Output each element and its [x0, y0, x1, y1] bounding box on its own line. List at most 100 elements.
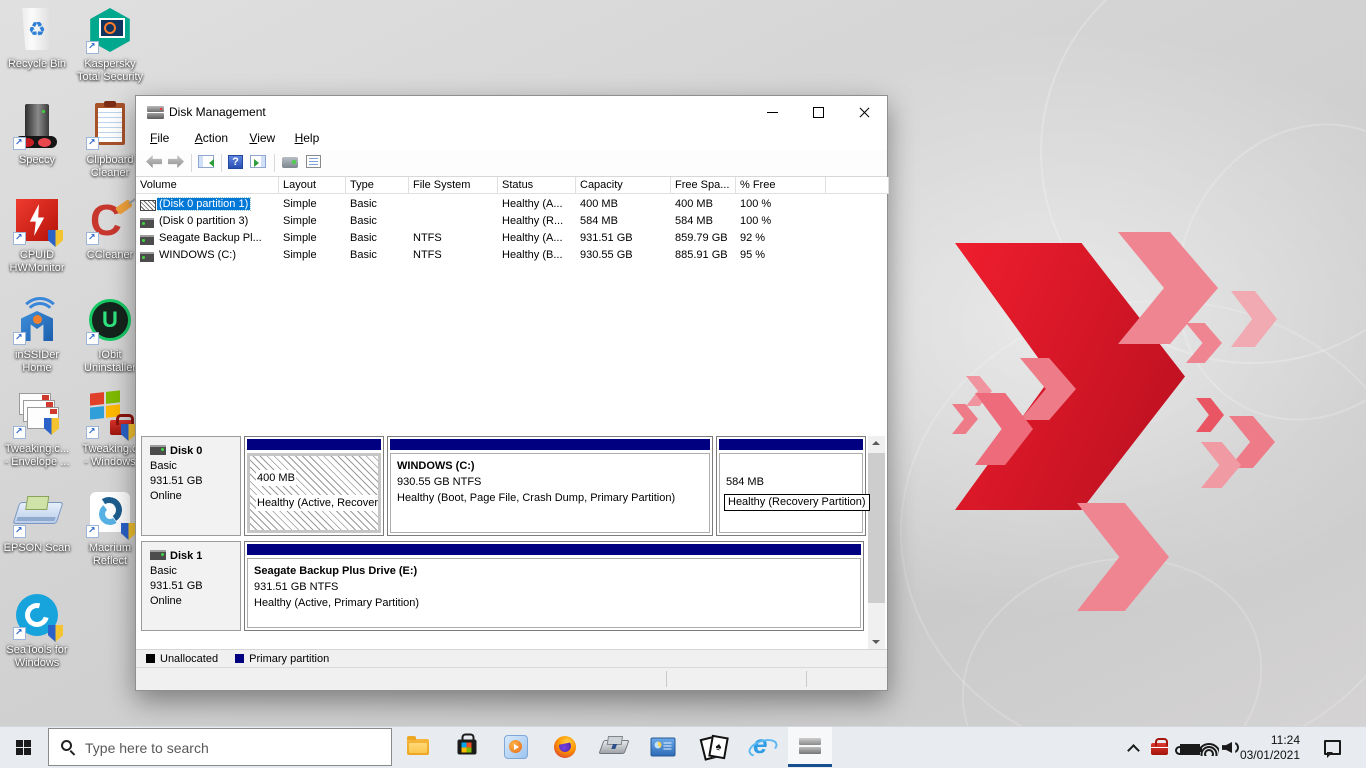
- tray-show-hidden-icons[interactable]: [1127, 741, 1141, 755]
- show-console-tree-icon[interactable]: [198, 155, 214, 168]
- volume-name: (Disk 0 partition 1): [157, 198, 250, 210]
- scroll-up-icon[interactable]: [868, 436, 885, 453]
- column-header-capacity[interactable]: Capacity: [576, 177, 671, 194]
- shortcut-arrow-icon: [86, 332, 99, 345]
- partition-status: Healthy (Boot, Page File, Crash Dump, Pr…: [397, 490, 709, 506]
- menu-file[interactable]: File: [148, 131, 171, 145]
- disk-1-label[interactable]: Disk 1 Basic 931.51 GB Online: [141, 541, 241, 631]
- column-header-type[interactable]: Type: [346, 177, 409, 194]
- taskbar-file-explorer[interactable]: [396, 727, 440, 767]
- legend-bar: Unallocated Primary partition: [136, 649, 887, 669]
- show-action-pane-icon[interactable]: [250, 155, 266, 168]
- desktop-icon-kaspersky[interactable]: Kaspersky Total Security: [75, 6, 145, 84]
- shortcut-arrow-icon: [86, 41, 99, 54]
- window-title: Disk Management: [169, 105, 266, 119]
- desktop-icon-speccy[interactable]: Speccy: [2, 102, 72, 167]
- desktop-icon-recycle-bin[interactable]: Recycle Bin: [2, 6, 72, 71]
- disk-kind: Basic: [150, 564, 240, 579]
- column-header-volume[interactable]: Volume: [136, 177, 279, 194]
- partition-color-bar: [247, 439, 381, 450]
- partition-color-bar: [719, 439, 863, 450]
- partition-disk0-p3[interactable]: 584 MB: [716, 436, 866, 536]
- title-bar[interactable]: Disk Management: [136, 96, 887, 128]
- icon-label: Recycle Bin: [2, 58, 72, 71]
- minimize-button[interactable]: [749, 96, 795, 128]
- partition-color-bar: [390, 439, 710, 450]
- tray-clock[interactable]: 11:24 03/01/2021: [1230, 733, 1300, 763]
- unallocated-swatch: [146, 654, 155, 663]
- partition-size: 584 MB: [726, 474, 862, 490]
- volume-row[interactable]: (Disk 0 partition 1) Simple Basic Health…: [136, 196, 887, 213]
- taskbar-epson-scan[interactable]: [592, 727, 636, 767]
- close-button[interactable]: [841, 96, 887, 128]
- wifi-icon[interactable]: [1199, 741, 1219, 756]
- column-header-filesystem[interactable]: File System: [409, 177, 498, 194]
- menu-bar: File Action View Help: [136, 128, 887, 150]
- volume-row[interactable]: Seagate Backup Pl... Simple Basic NTFS H…: [136, 230, 887, 247]
- tray-toolbox-icon[interactable]: [1151, 743, 1168, 755]
- partition-size: 930.55 GB NTFS: [397, 474, 709, 490]
- taskbar-microsoft-store[interactable]: [445, 727, 489, 767]
- column-header-status[interactable]: Status: [498, 177, 576, 194]
- volume-list: Volume Layout Type File System Status Ca…: [136, 177, 887, 431]
- volume-row[interactable]: (Disk 0 partition 3) Simple Basic Health…: [136, 213, 887, 230]
- rescan-disks-icon[interactable]: [282, 157, 298, 168]
- desktop-icon-epson-scan[interactable]: EPSON Scan: [2, 490, 72, 555]
- menu-action[interactable]: Action: [193, 131, 230, 145]
- desktop: Recycle Bin Kaspersky Total Security Spe…: [0, 0, 1366, 768]
- desktop-icon-cpuid-hwmonitor[interactable]: CPUID HWMonitor: [2, 197, 72, 275]
- disk-management-app-icon: [147, 105, 164, 119]
- icon-label: SeaTools for Windows: [2, 644, 72, 670]
- vertical-scrollbar[interactable]: [868, 436, 885, 649]
- back-icon[interactable]: [146, 155, 162, 168]
- search-input[interactable]: [83, 729, 377, 767]
- partition-status: Healthy (Active, Primary Partition): [254, 595, 860, 611]
- start-button[interactable]: [0, 727, 48, 767]
- menu-help[interactable]: Help: [293, 131, 322, 145]
- disk-0-label[interactable]: Disk 0 Basic 931.51 GB Online: [141, 436, 241, 536]
- icon-label: inSSIDer Home: [2, 349, 72, 375]
- taskbar-firefox[interactable]: [543, 727, 587, 767]
- taskbar-disk-management-active[interactable]: [788, 727, 832, 767]
- scrollbar-thumb[interactable]: [868, 453, 885, 603]
- taskbar-search[interactable]: [48, 728, 392, 766]
- tray-date: 03/01/2021: [1230, 748, 1300, 763]
- taskbar-system-properties[interactable]: [641, 727, 685, 767]
- help-icon[interactable]: [228, 155, 243, 169]
- status-bar: [136, 667, 887, 690]
- solitaire-icon: [700, 736, 724, 758]
- volume-icon: [140, 235, 154, 245]
- disk-state: Online: [150, 594, 240, 609]
- taskbar-media-player[interactable]: [494, 727, 538, 767]
- desktop-icon-inssider[interactable]: inSSIDer Home: [2, 297, 72, 375]
- scroll-down-icon[interactable]: [868, 632, 885, 649]
- partition-disk1-p1[interactable]: Seagate Backup Plus Drive (E:) 931.51 GB…: [244, 541, 864, 631]
- partition-disk0-p2[interactable]: WINDOWS (C:) 930.55 GB NTFS Healthy (Boo…: [387, 436, 713, 536]
- maximize-button[interactable]: [795, 96, 841, 128]
- uac-shield-icon: [48, 230, 63, 247]
- battery-icon[interactable]: [1180, 744, 1200, 755]
- partition-disk0-p1[interactable]: 400 MB Healthy (Active, Recovery: [244, 436, 384, 536]
- desktop-icon-seatools[interactable]: SeaTools for Windows: [2, 592, 72, 670]
- partition-status: Healthy (Active, Recovery: [256, 495, 381, 511]
- disk-kind: Basic: [150, 459, 240, 474]
- column-header-freespace[interactable]: Free Spa...: [671, 177, 736, 194]
- taskbar-solitaire[interactable]: [690, 727, 734, 767]
- properties-icon[interactable]: [306, 155, 321, 168]
- disk-0-row: Disk 0 Basic 931.51 GB Online 400 MB Hea…: [141, 436, 864, 536]
- menu-view[interactable]: View: [247, 131, 277, 145]
- file-explorer-icon: [407, 739, 429, 755]
- forward-icon[interactable]: [168, 155, 184, 168]
- column-header-layout[interactable]: Layout: [279, 177, 346, 194]
- windows-logo-icon: [16, 740, 31, 755]
- partition-tooltip: Healthy (Recovery Partition): [724, 494, 870, 511]
- partition-color-bar: [247, 544, 861, 555]
- action-center-icon[interactable]: [1324, 740, 1341, 755]
- volume-row[interactable]: WINDOWS (C:) Simple Basic NTFS Healthy (…: [136, 247, 887, 264]
- taskbar-internet-explorer[interactable]: [739, 727, 783, 767]
- partition-hatched-icon: [140, 200, 156, 211]
- shortcut-arrow-icon: [13, 627, 26, 640]
- column-header-pctfree[interactable]: % Free: [736, 177, 826, 194]
- disk-size: 931.51 GB: [150, 474, 240, 489]
- desktop-icon-tweaking-envelope[interactable]: Tweaking.c... - Envelope ...: [2, 391, 72, 469]
